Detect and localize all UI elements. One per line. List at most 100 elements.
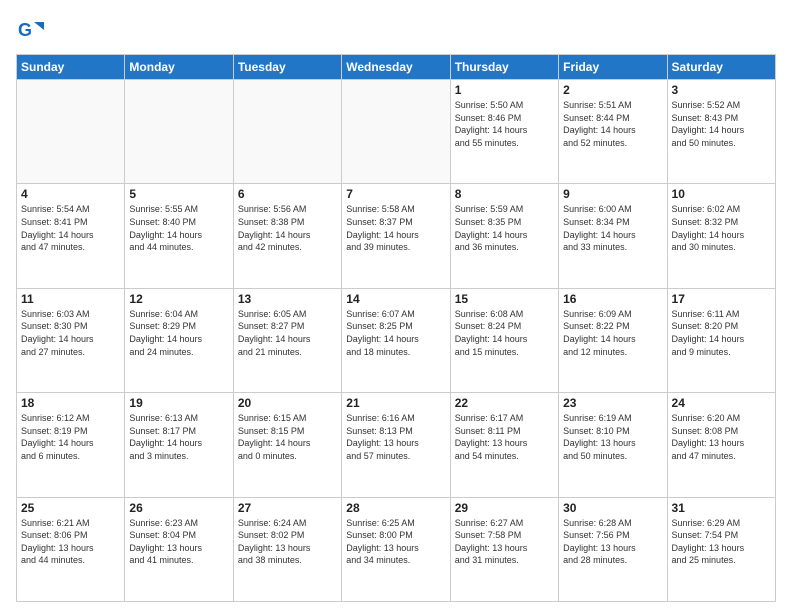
- day-info: Sunrise: 6:24 AMSunset: 8:02 PMDaylight:…: [238, 517, 337, 567]
- calendar-header: SundayMondayTuesdayWednesdayThursdayFrid…: [17, 55, 776, 80]
- day-info: Sunrise: 6:13 AMSunset: 8:17 PMDaylight:…: [129, 412, 228, 462]
- day-number: 2: [563, 83, 662, 97]
- day-number: 4: [21, 187, 120, 201]
- day-info: Sunrise: 6:20 AMSunset: 8:08 PMDaylight:…: [672, 412, 771, 462]
- calendar-cell: 29 Sunrise: 6:27 AMSunset: 7:58 PMDayligh…: [450, 497, 558, 601]
- day-info: Sunrise: 5:55 AMSunset: 8:40 PMDaylight:…: [129, 203, 228, 253]
- day-info: Sunrise: 5:54 AMSunset: 8:41 PMDaylight:…: [21, 203, 120, 253]
- day-info: Sunrise: 6:12 AMSunset: 8:19 PMDaylight:…: [21, 412, 120, 462]
- day-info: Sunrise: 6:02 AMSunset: 8:32 PMDaylight:…: [672, 203, 771, 253]
- day-number: 7: [346, 187, 445, 201]
- day-info: Sunrise: 5:58 AMSunset: 8:37 PMDaylight:…: [346, 203, 445, 253]
- calendar-cell: 5 Sunrise: 5:55 AMSunset: 8:40 PMDaylight…: [125, 184, 233, 288]
- calendar-cell: 8Sunrise: 5:59 AMSunset: 8:35 PMDaylight…: [450, 184, 558, 288]
- day-info: Sunrise: 6:23 AMSunset: 8:04 PMDaylight:…: [129, 517, 228, 567]
- calendar-cell: 15 Sunrise: 6:08 AMSunset: 8:24 PMDayligh…: [450, 288, 558, 392]
- day-info: Sunrise: 5:56 AMSunset: 8:38 PMDaylight:…: [238, 203, 337, 253]
- logo: G: [16, 16, 48, 44]
- day-number: 23: [563, 396, 662, 410]
- calendar-cell: 2 Sunrise: 5:51 AMSunset: 8:44 PMDaylight…: [559, 80, 667, 184]
- day-info: Sunrise: 6:29 AMSunset: 7:54 PMDaylight:…: [672, 517, 771, 567]
- calendar-cell: 21 Sunrise: 6:16 AMSunset: 8:13 PMDayligh…: [342, 393, 450, 497]
- weekday-header-row: SundayMondayTuesdayWednesdayThursdayFrid…: [17, 55, 776, 80]
- day-number: 27: [238, 501, 337, 515]
- day-info: Sunrise: 6:25 AMSunset: 8:00 PMDaylight:…: [346, 517, 445, 567]
- day-number: 31: [672, 501, 771, 515]
- day-info: Sunrise: 6:16 AMSunset: 8:13 PMDaylight:…: [346, 412, 445, 462]
- day-info: Sunrise: 6:27 AMSunset: 7:58 PMDaylight:…: [455, 517, 554, 567]
- day-info: Sunrise: 6:07 AMSunset: 8:25 PMDaylight:…: [346, 308, 445, 358]
- calendar-cell: 4 Sunrise: 5:54 AMSunset: 8:41 PMDaylight…: [17, 184, 125, 288]
- weekday-header-sunday: Sunday: [17, 55, 125, 80]
- week-row-2: 4 Sunrise: 5:54 AMSunset: 8:41 PMDaylight…: [17, 184, 776, 288]
- calendar-cell: 11Sunrise: 6:03 AMSunset: 8:30 PMDayligh…: [17, 288, 125, 392]
- calendar-cell: [125, 80, 233, 184]
- day-number: 19: [129, 396, 228, 410]
- calendar-cell: 3Sunrise: 5:52 AMSunset: 8:43 PMDaylight…: [667, 80, 775, 184]
- weekday-header-monday: Monday: [125, 55, 233, 80]
- calendar-cell: 1 Sunrise: 5:50 AMSunset: 8:46 PMDaylight…: [450, 80, 558, 184]
- day-info: Sunrise: 6:04 AMSunset: 8:29 PMDaylight:…: [129, 308, 228, 358]
- calendar-body: 1 Sunrise: 5:50 AMSunset: 8:46 PMDaylight…: [17, 80, 776, 602]
- day-info: Sunrise: 6:28 AMSunset: 7:56 PMDaylight:…: [563, 517, 662, 567]
- calendar-cell: 28 Sunrise: 6:25 AMSunset: 8:00 PMDayligh…: [342, 497, 450, 601]
- calendar-cell: 27 Sunrise: 6:24 AMSunset: 8:02 PMDayligh…: [233, 497, 341, 601]
- day-info: Sunrise: 5:50 AMSunset: 8:46 PMDaylight:…: [455, 99, 554, 149]
- calendar-cell: 31 Sunrise: 6:29 AMSunset: 7:54 PMDayligh…: [667, 497, 775, 601]
- week-row-1: 1 Sunrise: 5:50 AMSunset: 8:46 PMDaylight…: [17, 80, 776, 184]
- weekday-header-friday: Friday: [559, 55, 667, 80]
- weekday-header-wednesday: Wednesday: [342, 55, 450, 80]
- day-number: 29: [455, 501, 554, 515]
- calendar-cell: 23 Sunrise: 6:19 AMSunset: 8:10 PMDayligh…: [559, 393, 667, 497]
- calendar-cell: 25 Sunrise: 6:21 AMSunset: 8:06 PMDayligh…: [17, 497, 125, 601]
- day-number: 24: [672, 396, 771, 410]
- week-row-5: 25 Sunrise: 6:21 AMSunset: 8:06 PMDayligh…: [17, 497, 776, 601]
- day-info: Sunrise: 6:15 AMSunset: 8:15 PMDaylight:…: [238, 412, 337, 462]
- day-number: 30: [563, 501, 662, 515]
- day-number: 15: [455, 292, 554, 306]
- logo-icon: G: [16, 16, 44, 44]
- calendar-cell: 17Sunrise: 6:11 AMSunset: 8:20 PMDayligh…: [667, 288, 775, 392]
- day-number: 16: [563, 292, 662, 306]
- day-number: 20: [238, 396, 337, 410]
- calendar-cell: 24 Sunrise: 6:20 AMSunset: 8:08 PMDayligh…: [667, 393, 775, 497]
- day-info: Sunrise: 6:17 AMSunset: 8:11 PMDaylight:…: [455, 412, 554, 462]
- calendar-cell: [17, 80, 125, 184]
- day-info: Sunrise: 5:51 AMSunset: 8:44 PMDaylight:…: [563, 99, 662, 149]
- calendar-cell: 22 Sunrise: 6:17 AMSunset: 8:11 PMDayligh…: [450, 393, 558, 497]
- day-info: Sunrise: 6:11 AMSunset: 8:20 PMDaylight:…: [672, 308, 771, 358]
- calendar: SundayMondayTuesdayWednesdayThursdayFrid…: [16, 54, 776, 602]
- calendar-cell: 7 Sunrise: 5:58 AMSunset: 8:37 PMDaylight…: [342, 184, 450, 288]
- weekday-header-saturday: Saturday: [667, 55, 775, 80]
- day-info: Sunrise: 6:08 AMSunset: 8:24 PMDaylight:…: [455, 308, 554, 358]
- day-number: 25: [21, 501, 120, 515]
- day-number: 18: [21, 396, 120, 410]
- day-number: 14: [346, 292, 445, 306]
- calendar-cell: 19 Sunrise: 6:13 AMSunset: 8:17 PMDayligh…: [125, 393, 233, 497]
- day-number: 12: [129, 292, 228, 306]
- day-number: 22: [455, 396, 554, 410]
- day-number: 5: [129, 187, 228, 201]
- calendar-cell: 6Sunrise: 5:56 AMSunset: 8:38 PMDaylight…: [233, 184, 341, 288]
- page: G SundayMondayTuesdayWednesdayThursdayFr…: [0, 0, 792, 612]
- day-info: Sunrise: 6:21 AMSunset: 8:06 PMDaylight:…: [21, 517, 120, 567]
- day-info: Sunrise: 6:19 AMSunset: 8:10 PMDaylight:…: [563, 412, 662, 462]
- week-row-3: 11Sunrise: 6:03 AMSunset: 8:30 PMDayligh…: [17, 288, 776, 392]
- day-info: Sunrise: 6:09 AMSunset: 8:22 PMDaylight:…: [563, 308, 662, 358]
- calendar-cell: 13Sunrise: 6:05 AMSunset: 8:27 PMDayligh…: [233, 288, 341, 392]
- calendar-cell: 20 Sunrise: 6:15 AMSunset: 8:15 PMDayligh…: [233, 393, 341, 497]
- calendar-cell: 10Sunrise: 6:02 AMSunset: 8:32 PMDayligh…: [667, 184, 775, 288]
- day-info: Sunrise: 6:00 AMSunset: 8:34 PMDaylight:…: [563, 203, 662, 253]
- day-number: 21: [346, 396, 445, 410]
- day-info: Sunrise: 6:05 AMSunset: 8:27 PMDaylight:…: [238, 308, 337, 358]
- calendar-cell: 14 Sunrise: 6:07 AMSunset: 8:25 PMDayligh…: [342, 288, 450, 392]
- svg-text:G: G: [18, 20, 32, 40]
- week-row-4: 18 Sunrise: 6:12 AMSunset: 8:19 PMDayligh…: [17, 393, 776, 497]
- header: G: [16, 16, 776, 44]
- calendar-cell: 18 Sunrise: 6:12 AMSunset: 8:19 PMDayligh…: [17, 393, 125, 497]
- day-info: Sunrise: 6:03 AMSunset: 8:30 PMDaylight:…: [21, 308, 120, 358]
- day-number: 1: [455, 83, 554, 97]
- weekday-header-thursday: Thursday: [450, 55, 558, 80]
- day-info: Sunrise: 5:52 AMSunset: 8:43 PMDaylight:…: [672, 99, 771, 149]
- day-number: 28: [346, 501, 445, 515]
